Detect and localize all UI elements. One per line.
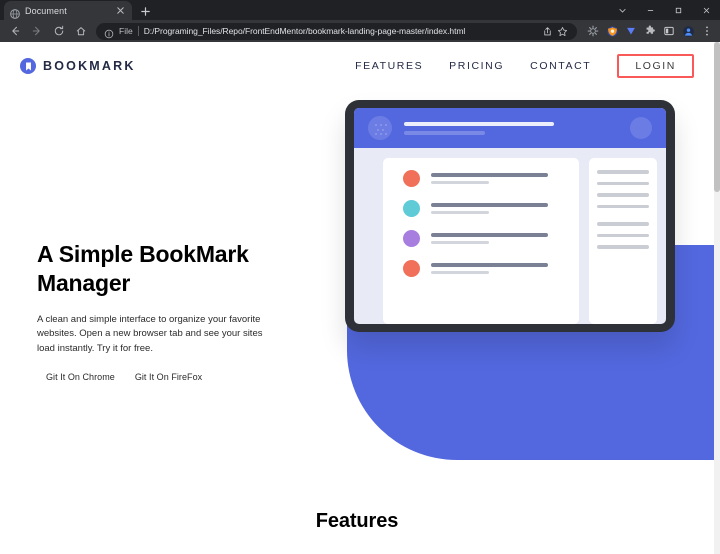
mockup-avatar-secondary-icon [630,117,652,139]
features-section: Features [0,510,714,533]
page-viewport: BOOKMARK FEATURES PRICING CONTACT LOGIN … [0,42,720,554]
site-nav: FEATURES PRICING CONTACT LOGIN [355,53,694,79]
features-title: Features [315,510,399,532]
list-dot-icon [403,170,420,187]
globe-icon [10,6,20,19]
login-button[interactable]: LOGIN [617,53,694,79]
list-dot-icon [403,200,420,217]
extension-v-icon[interactable] [622,22,640,40]
mockup-body [354,148,666,324]
mockup-header-lines [404,121,618,135]
minimize-icon[interactable] [636,0,664,20]
url-scheme-label: File [119,26,133,36]
star-icon[interactable] [556,25,569,38]
extension-shield-icon[interactable] [603,22,621,40]
list-dot-icon [403,230,420,247]
nav-link-pricing[interactable]: PRICING [449,60,504,72]
nav-link-contact[interactable]: CONTACT [530,60,591,72]
mockup-bookmark-list [383,158,579,324]
mockup-avatar-icon [368,116,392,140]
logo-text: BOOKMARK [43,59,136,73]
site-logo[interactable]: BOOKMARK [20,58,136,74]
omnibox-actions [541,25,569,38]
mockup-side-card [589,158,657,324]
hero-copy: A Simple BookMark Manager A clean and si… [37,240,297,382]
side-panel-icon[interactable] [660,22,678,40]
hero-description: A clean and simple interface to organize… [37,313,263,354]
hero-illustration [310,90,714,510]
info-circle-icon[interactable] [104,26,114,39]
get-it-on-chrome-button[interactable]: Git It On Chrome [46,372,115,382]
bookmark-icon [20,58,36,74]
mockup-header-bar [354,108,666,148]
browser-tab[interactable]: Document [4,1,132,20]
mockup-list-item [403,170,567,187]
chevron-down-icon[interactable] [608,0,636,20]
page-scrollbar[interactable] [714,42,720,554]
browser-menu-icon[interactable] [698,22,716,40]
mockup-list-item [403,260,567,277]
scrollbar-thumb[interactable] [714,42,720,192]
mockup-list-item [403,230,567,247]
window-controls [608,0,720,20]
site-header: BOOKMARK FEATURES PRICING CONTACT LOGIN [0,42,714,90]
extensions-tray [581,22,716,40]
window-close-icon[interactable] [692,0,720,20]
list-dot-icon [403,260,420,277]
profile-avatar-icon[interactable] [679,22,697,40]
tablet-mockup [345,100,675,332]
hero-cta-group: Git It On Chrome Git It On FireFox [37,372,297,382]
address-bar[interactable]: File D:/Programing_Files/Repo/FrontEndMe… [96,22,577,40]
extensions-puzzle-icon[interactable] [641,22,659,40]
browser-toolbar: File D:/Programing_Files/Repo/FrontEndMe… [0,20,720,42]
tab-close-icon[interactable] [115,5,126,16]
extension-gear-icon[interactable] [584,22,602,40]
tab-title: Document [25,5,67,16]
browser-window: Document File D:/Programing_Files/Repo/F… [0,0,720,554]
hero-section: A Simple BookMark Manager A clean and si… [0,90,714,510]
url-text: D:/Programing_Files/Repo/FrontEndMentor/… [143,26,466,36]
browser-titlebar: Document [0,0,720,20]
web-page: BOOKMARK FEATURES PRICING CONTACT LOGIN … [0,42,714,554]
hero-title: A Simple BookMark Manager [37,241,249,297]
forward-arrow-icon[interactable] [26,20,48,42]
nav-link-features[interactable]: FEATURES [355,60,423,72]
reload-icon[interactable] [48,20,70,42]
back-arrow-icon[interactable] [4,20,26,42]
maximize-icon[interactable] [664,0,692,20]
home-icon[interactable] [70,20,92,42]
get-it-on-firefox-button[interactable]: Git It On FireFox [135,372,202,382]
omnibox-divider [137,26,139,36]
tablet-screen [354,108,666,324]
mockup-list-item [403,200,567,217]
share-icon[interactable] [541,25,554,38]
new-tab-button[interactable] [135,2,155,20]
